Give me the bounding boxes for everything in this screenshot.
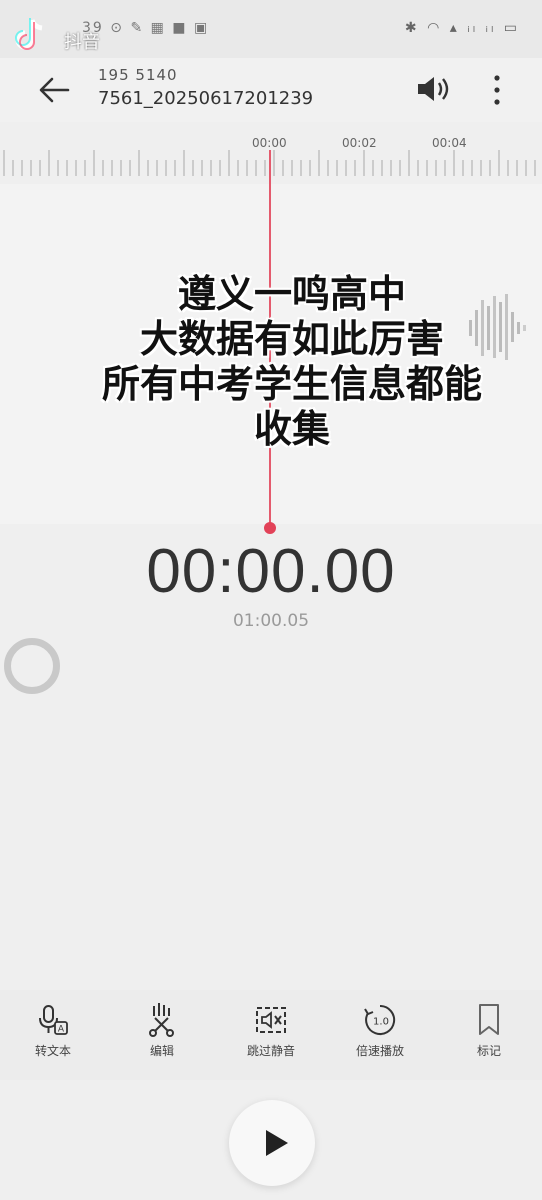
playback-speed-button[interactable]: 1.0 倍速播放 — [335, 1000, 425, 1059]
video-caption: 遵义一鸣高中 大数据有如此厉害 所有中考学生信息都能 收集 — [52, 272, 532, 452]
play-button[interactable] — [229, 1100, 315, 1186]
caption-line: 遵义一鸣高中 — [177, 272, 406, 316]
tool-label: 倍速播放 — [355, 1044, 404, 1058]
current-time: 00:00.00 — [146, 537, 396, 606]
caption-line: 收集 — [253, 407, 330, 451]
skip-silence-icon — [256, 1007, 286, 1033]
tool-label: 转文本 — [34, 1044, 71, 1058]
svg-text:A: A — [58, 1025, 65, 1035]
bottom-toolbar: A 转文本 编辑 跳过静音 1.0 倍速播放 标记 — [0, 990, 542, 1080]
tool-label: 跳过静音 — [246, 1044, 295, 1058]
caption-line: 大数据有如此厉害 — [139, 317, 444, 361]
speed-icon: 1.0 — [364, 1004, 396, 1035]
mic-text-icon: A — [39, 1005, 68, 1035]
scissors-wave-icon — [149, 1003, 174, 1037]
system-status-icons: ✱ ◠ ▴ ᵢₗ ᵢₗ ▭ — [404, 20, 520, 36]
status-bar: 抖音 39 ⊙ ✎ ▦ ■ ▣ ✱ ◠ ▴ ᵢₗ ᵢₗ ▭ — [0, 0, 542, 58]
total-duration: 01:00.05 — [232, 611, 310, 631]
recording-title-line1: 195 5140 — [98, 66, 178, 84]
tool-label: 编辑 — [149, 1044, 174, 1058]
mark-button[interactable]: 标记 — [444, 1000, 534, 1059]
bookmark-icon — [479, 1004, 499, 1035]
app-header: 195 5140 7561_20250617201239 — [0, 58, 542, 122]
more-options-icon[interactable] — [482, 68, 512, 112]
skip-silence-button[interactable]: 跳过静音 — [226, 1000, 316, 1059]
floating-assistive-button[interactable] — [4, 638, 60, 694]
recording-title-line2: 7561_20250617201239 — [98, 88, 314, 109]
caption-line: 所有中考学生信息都能 — [101, 362, 482, 406]
play-icon — [266, 1130, 288, 1156]
timeline-ruler[interactable]: 00:00 00:02 00:04 — [0, 128, 542, 184]
svg-text:1.0: 1.0 — [373, 1017, 389, 1028]
ruler-ticks — [3, 150, 536, 176]
transcribe-button[interactable]: A 转文本 — [8, 1000, 98, 1059]
back-arrow-icon[interactable] — [34, 70, 78, 110]
notification-icons: 39 ⊙ ✎ ▦ ■ ▣ — [82, 20, 210, 36]
speaker-icon[interactable] — [412, 72, 454, 106]
edit-button[interactable]: 编辑 — [117, 1000, 207, 1059]
playhead-handle[interactable] — [264, 522, 276, 534]
tool-label: 标记 — [476, 1044, 501, 1058]
